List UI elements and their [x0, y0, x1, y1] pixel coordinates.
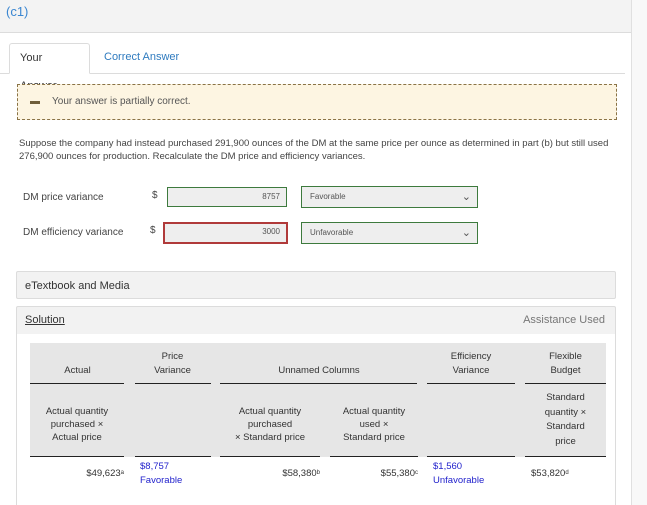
dm-efficiency-variance-label: DM efficiency variance [23, 227, 124, 238]
header-rule [525, 383, 606, 384]
etextbook-panel[interactable]: eTextbook and Media [16, 271, 616, 299]
dm-price-variance-select[interactable]: Favorable ⌄ [301, 186, 478, 208]
subheader-aq-purchased-sp: Actual quantity purchased × Standard pri… [220, 405, 320, 444]
part-label: (c1) [6, 4, 29, 19]
amount: $58,380 [282, 468, 317, 479]
subheader-line: Standard [546, 392, 585, 403]
solution-panel-header: Solution Assistance Used [16, 306, 616, 335]
select-value: Unfavorable [310, 228, 354, 237]
subheader-rule [220, 456, 320, 457]
notice-message: Your answer is partially correct. [52, 96, 191, 107]
header-rule [30, 383, 124, 384]
value-aq-purchased-sp: $58,380b [220, 467, 320, 481]
subheader-line: quantity × [544, 406, 587, 418]
header-rule [220, 383, 417, 384]
header-efficiency-variance-2: Variance [452, 365, 490, 376]
dm-efficiency-variance-select[interactable]: Unfavorable ⌄ [301, 222, 478, 244]
minus-icon [30, 101, 40, 104]
variance-label: Unfavorable [433, 475, 485, 486]
select-value: Favorable [310, 192, 346, 201]
chevron-down-icon: ⌄ [461, 227, 471, 239]
amount: $55,380 [380, 468, 415, 479]
header-rule [427, 383, 515, 384]
header-price-variance-2: Variance [154, 365, 191, 376]
answer-tabs: Your Answer Correct Answer [0, 43, 625, 92]
subheader-rule [30, 456, 124, 457]
subheader-line: price [555, 435, 576, 447]
subheader-line: Standard [546, 421, 585, 432]
header-flexible-budget-2: Budget [550, 365, 581, 376]
etextbook-title: eTextbook and Media [25, 280, 130, 292]
subheader-rule [427, 456, 515, 457]
subheader-actual: Actual quantity purchased × Actual price [30, 405, 124, 444]
footnote-marker: d [565, 470, 569, 476]
tab-your-answer[interactable]: Your Answer [9, 43, 90, 92]
subheader-line: purchased × [50, 419, 104, 430]
variance-label: Favorable [140, 475, 183, 486]
value-actual: $49,623a [30, 467, 124, 481]
solution-link[interactable]: Solution [25, 314, 65, 326]
subheader-line: Actual quantity [45, 406, 109, 417]
dm-efficiency-variance-input[interactable]: 3000 [163, 222, 288, 244]
subheader-line: Standard price [343, 432, 405, 443]
subheader-rule [330, 456, 418, 457]
subheader-rule [135, 456, 211, 457]
subheader-flexible-budget: Standard quantity × Standard price [525, 391, 606, 449]
amount: $49,623 [86, 468, 121, 479]
partial-correct-notice: Your answer is partially correct. [17, 84, 617, 120]
header-price-variance-1: Price [161, 351, 184, 362]
subheader-line: Actual quantity [342, 406, 406, 417]
amount: $53,820 [531, 468, 566, 479]
footnote-marker: c [415, 470, 418, 476]
right-scroll-rail [631, 0, 647, 505]
dm-price-variance-input[interactable]: 8757 [167, 187, 287, 207]
subheader-aq-used-sp: Actual quantity used × Standard price [330, 405, 418, 444]
value-price-variance: $8,757 Favorable [140, 460, 182, 488]
header-unnamed-columns: Unnamed Columns [278, 365, 360, 376]
header-flexible-budget-1: Flexible [549, 351, 582, 362]
subheader-rule [525, 456, 606, 457]
currency-symbol: $ [152, 190, 158, 201]
question-text: Suppose the company had instead purchase… [19, 138, 609, 162]
subheader-line: Actual price [52, 432, 102, 443]
footnote-marker: b [316, 470, 320, 476]
tab-correct-answer[interactable]: Correct Answer [94, 43, 189, 73]
subheader-line: purchased [247, 419, 293, 430]
value-flexible-budget: $53,820d [531, 467, 569, 481]
dm-price-variance-label: DM price variance [23, 192, 104, 203]
subheader-line: × Standard price [235, 432, 305, 443]
subheader-line: Actual quantity [238, 406, 302, 417]
footnote-marker: a [120, 470, 124, 476]
header-efficiency-variance-1: Efficiency [450, 351, 492, 362]
header-rule [135, 383, 211, 384]
assistance-used-label: Assistance Used [523, 314, 605, 326]
part-header: (c1) [0, 0, 631, 33]
amount: $1,560 [433, 461, 463, 472]
chevron-down-icon: ⌄ [461, 191, 471, 203]
header-actual: Actual [64, 365, 91, 376]
subheader-line: used × [359, 419, 389, 430]
value-aq-used-sp: $55,380c [330, 467, 418, 481]
amount: $8,757 [140, 461, 170, 472]
currency-symbol: $ [150, 225, 156, 236]
value-efficiency-variance: $1,560 Unfavorable [433, 460, 484, 488]
